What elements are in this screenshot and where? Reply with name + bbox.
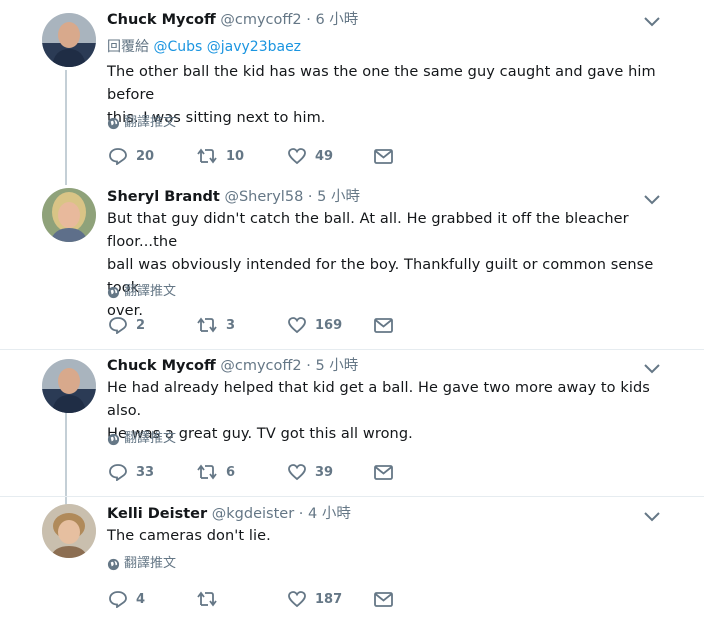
chevron-down-icon[interactable] [643, 363, 661, 375]
translate-label: 翻譯推文 [124, 115, 177, 130]
reply-count: 4 [136, 591, 146, 607]
globe-icon [107, 558, 120, 570]
tweet-text-line: But that guy didn't catch the ball. At a… [107, 211, 629, 250]
tweet-header: Chuck Mycoff @cmycoff2 · 5 小時 [107, 357, 358, 375]
tweet-text-line: He had already helped that kid get a bal… [107, 380, 650, 419]
translate-label: 翻譯推文 [124, 284, 177, 299]
heart-icon [288, 464, 306, 481]
reply-button[interactable]: 20 [108, 147, 154, 165]
translate-link[interactable]: 翻譯推文 [107, 556, 176, 572]
mail-icon[interactable] [374, 318, 393, 333]
display-name[interactable]: Chuck Mycoff [107, 358, 216, 374]
tweet-text: The cameras don't lie. [107, 525, 667, 548]
reply-icon [109, 464, 127, 481]
tweet[interactable]: Sheryl Brandt @Sheryl58 · 5 小時 But that … [0, 185, 704, 349]
tweet-text-line: The other ball the kid has was the one t… [107, 64, 656, 103]
like-button[interactable]: 169 [287, 316, 342, 334]
retweet-button[interactable] [196, 590, 226, 608]
heart-icon [288, 591, 306, 608]
tweet-text-line: The cameras don't lie. [107, 528, 271, 544]
reply-prefix: 回覆給 [107, 39, 149, 55]
retweet-button[interactable]: 3 [196, 316, 235, 334]
translate-link[interactable]: 翻譯推文 [107, 284, 176, 300]
timestamp[interactable]: 5 小時 [315, 358, 358, 374]
retweet-button[interactable]: 10 [196, 147, 244, 165]
display-name[interactable]: Sheryl Brandt [107, 189, 220, 205]
tweet[interactable]: Chuck Mycoff @cmycoff2 · 5 小時 He had alr… [0, 349, 704, 496]
username[interactable]: @cmycoff2 [220, 12, 301, 28]
tweet-text-line: ball was obviously intended for the boy.… [107, 257, 654, 296]
avatar[interactable] [42, 359, 96, 413]
like-count: 49 [315, 148, 334, 164]
reply-count: 20 [136, 148, 155, 164]
reply-icon [109, 317, 127, 334]
like-count: 39 [315, 464, 334, 480]
reply-button[interactable]: 4 [108, 590, 145, 608]
retweet-count: 3 [226, 317, 236, 333]
mail-icon[interactable] [374, 149, 393, 164]
mail-icon[interactable] [374, 592, 393, 607]
timestamp[interactable]: 5 小時 [317, 189, 360, 205]
tweet-header: Kelli Deister @kgdeister · 4 小時 [107, 505, 351, 523]
like-button[interactable]: 187 [287, 590, 342, 608]
translate-label: 翻譯推文 [124, 556, 177, 571]
translate-label: 翻譯推文 [124, 431, 177, 446]
reply-button[interactable]: 33 [108, 463, 154, 481]
globe-icon [107, 433, 120, 445]
tweet-text-line: He was a great guy. TV got this all wron… [107, 426, 413, 442]
like-button[interactable]: 39 [287, 463, 333, 481]
globe-icon [107, 286, 120, 298]
mail-icon[interactable] [374, 465, 393, 480]
mention-link[interactable]: @javy23baez [207, 39, 301, 55]
tweet-header: Chuck Mycoff @cmycoff2 · 6 小時 [107, 11, 358, 29]
timestamp[interactable]: 6 小時 [315, 12, 358, 28]
like-count: 187 [315, 591, 343, 607]
tweet-text: He had already helped that kid get a bal… [107, 377, 667, 446]
username[interactable]: @kgdeister [212, 506, 294, 522]
reply-icon [109, 148, 127, 165]
separator: · [306, 12, 311, 28]
translate-link[interactable]: 翻譯推文 [107, 431, 176, 447]
retweet-icon [197, 148, 217, 164]
tweet-text: The other ball the kid has was the one t… [107, 61, 667, 130]
tweet[interactable]: Chuck Mycoff @cmycoff2 · 6 小時 回覆給 @Cubs … [0, 0, 704, 185]
display-name[interactable]: Kelli Deister [107, 506, 207, 522]
retweet-icon [197, 464, 217, 480]
chevron-down-icon[interactable] [643, 511, 661, 523]
display-name[interactable]: Chuck Mycoff [107, 12, 216, 28]
retweet-count: 10 [226, 148, 245, 164]
like-button[interactable]: 49 [287, 147, 333, 165]
tweet-text-line: this. I was sitting next to him. [107, 110, 326, 126]
heart-icon [288, 317, 306, 334]
timestamp[interactable]: 4 小時 [308, 506, 351, 522]
like-count: 169 [315, 317, 343, 333]
reply-count: 2 [136, 317, 146, 333]
reply-count: 33 [136, 464, 155, 480]
separator: · [307, 189, 313, 205]
tweet-header: Sheryl Brandt @Sheryl58 · 5 小時 [107, 188, 360, 206]
translate-link[interactable]: 翻譯推文 [107, 115, 176, 131]
username[interactable]: @Sheryl58 [224, 189, 303, 205]
reply-context: 回覆給 @Cubs @javy23baez [107, 38, 301, 56]
heart-icon [288, 148, 306, 165]
reply-button[interactable]: 2 [108, 316, 145, 334]
retweet-icon [197, 591, 217, 607]
retweet-icon [197, 317, 217, 333]
chevron-down-icon[interactable] [643, 16, 661, 28]
tweet[interactable]: Kelli Deister @kgdeister · 4 小時 The came… [0, 496, 704, 623]
retweet-button[interactable]: 6 [196, 463, 235, 481]
avatar[interactable] [42, 504, 96, 558]
chevron-down-icon[interactable] [643, 194, 661, 206]
separator: · [306, 358, 311, 374]
mention-link[interactable]: @Cubs [153, 39, 202, 55]
username[interactable]: @cmycoff2 [220, 358, 301, 374]
avatar[interactable] [42, 188, 96, 242]
reply-icon [109, 591, 127, 608]
avatar[interactable] [42, 13, 96, 67]
retweet-count: 6 [226, 464, 236, 480]
separator: · [298, 506, 304, 522]
globe-icon [107, 117, 120, 129]
tweet-text: But that guy didn't catch the ball. At a… [107, 208, 667, 323]
